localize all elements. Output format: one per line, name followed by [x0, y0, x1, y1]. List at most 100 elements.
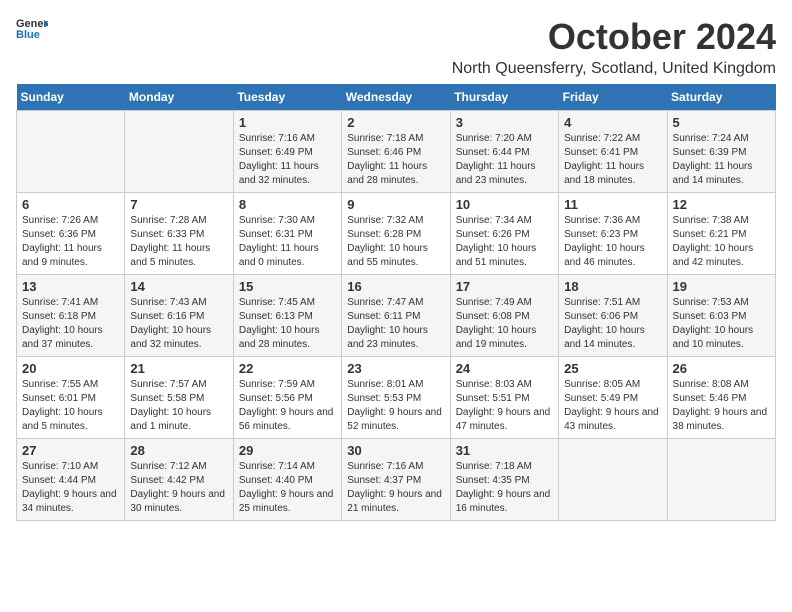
day-info: Sunrise: 7:16 AM Sunset: 4:37 PM Dayligh…	[347, 460, 444, 516]
calendar-day-18: 18Sunrise: 7:51 AM Sunset: 6:06 PM Dayli…	[559, 275, 667, 357]
day-info: Sunrise: 7:24 AM Sunset: 6:39 PM Dayligh…	[673, 132, 770, 188]
day-number: 4	[564, 115, 661, 130]
day-number: 17	[456, 279, 553, 294]
day-number: 20	[22, 361, 119, 376]
day-number: 31	[456, 443, 553, 458]
calendar-empty-cell	[125, 111, 233, 193]
calendar-day-8: 8 Sunrise: 7:30 AM Sunset: 6:31 PM Daylig…	[233, 193, 341, 275]
calendar-day-2: 2 Sunrise: 7:18 AM Sunset: 6:46 PM Daylig…	[342, 111, 450, 193]
calendar-day-24: 24Sunrise: 8:03 AM Sunset: 5:51 PM Dayli…	[450, 357, 558, 439]
day-info: Sunrise: 7:57 AM Sunset: 5:58 PM Dayligh…	[130, 378, 227, 434]
calendar-day-6: 6 Sunrise: 7:26 AM Sunset: 6:36 PM Daylig…	[17, 193, 125, 275]
day-info: Sunrise: 7:18 AM Sunset: 4:35 PM Dayligh…	[456, 460, 553, 516]
calendar-header-row: SundayMondayTuesdayWednesdayThursdayFrid…	[17, 84, 776, 111]
calendar-day-22: 22Sunrise: 7:59 AM Sunset: 5:56 PM Dayli…	[233, 357, 341, 439]
day-info: Sunrise: 7:18 AM Sunset: 6:46 PM Dayligh…	[347, 132, 444, 188]
day-info: Sunrise: 7:16 AM Sunset: 6:49 PM Dayligh…	[239, 132, 336, 188]
calendar-week-row: 13 Sunrise: 7:41 AM Sunset: 6:18 PM Dayli…	[17, 275, 776, 357]
day-number: 11	[564, 197, 661, 212]
day-info: Sunrise: 7:32 AM Sunset: 6:28 PM Dayligh…	[347, 214, 444, 270]
calendar-week-row: 6 Sunrise: 7:26 AM Sunset: 6:36 PM Daylig…	[17, 193, 776, 275]
day-number: 9	[347, 197, 444, 212]
day-number: 2	[347, 115, 444, 130]
calendar-empty-cell	[559, 439, 667, 521]
calendar-day-9: 9 Sunrise: 7:32 AM Sunset: 6:28 PM Daylig…	[342, 193, 450, 275]
day-info: Sunrise: 7:12 AM Sunset: 4:42 PM Dayligh…	[130, 460, 227, 516]
calendar-day-30: 30 Sunrise: 7:16 AM Sunset: 4:37 PM Dayli…	[342, 439, 450, 521]
calendar-day-10: 10 Sunrise: 7:34 AM Sunset: 6:26 PM Dayli…	[450, 193, 558, 275]
calendar-day-19: 19Sunrise: 7:53 AM Sunset: 6:03 PM Dayli…	[667, 275, 775, 357]
title-area: October 2024 North Queensferry, Scotland…	[452, 16, 776, 78]
calendar-day-15: 15Sunrise: 7:45 AM Sunset: 6:13 PM Dayli…	[233, 275, 341, 357]
day-info: Sunrise: 8:05 AM Sunset: 5:49 PM Dayligh…	[564, 378, 661, 434]
day-number: 21	[130, 361, 227, 376]
day-info: Sunrise: 7:26 AM Sunset: 6:36 PM Dayligh…	[22, 214, 119, 270]
calendar-week-row: 1 Sunrise: 7:16 AM Sunset: 6:49 PM Daylig…	[17, 111, 776, 193]
calendar-day-17: 17 Sunrise: 7:49 AM Sunset: 6:08 PM Dayli…	[450, 275, 558, 357]
day-info: Sunrise: 7:10 AM Sunset: 4:44 PM Dayligh…	[22, 460, 119, 516]
calendar-day-29: 29 Sunrise: 7:14 AM Sunset: 4:40 PM Dayli…	[233, 439, 341, 521]
calendar-day-1: 1 Sunrise: 7:16 AM Sunset: 6:49 PM Daylig…	[233, 111, 341, 193]
calendar-week-row: 20 Sunrise: 7:55 AM Sunset: 6:01 PM Dayli…	[17, 357, 776, 439]
day-number: 27	[22, 443, 119, 458]
day-info: Sunrise: 7:34 AM Sunset: 6:26 PM Dayligh…	[456, 214, 553, 270]
day-number: 13	[22, 279, 119, 294]
calendar-day-23: 23 Sunrise: 8:01 AM Sunset: 5:53 PM Dayli…	[342, 357, 450, 439]
day-info: Sunrise: 8:01 AM Sunset: 5:53 PM Dayligh…	[347, 378, 444, 434]
logo-svg: General Blue	[16, 16, 48, 44]
day-number: 7	[130, 197, 227, 212]
day-info: Sunrise: 8:08 AM Sunset: 5:46 PM Dayligh…	[673, 378, 770, 434]
header: General Blue October 2024 North Queensfe…	[16, 16, 776, 78]
calendar-day-13: 13 Sunrise: 7:41 AM Sunset: 6:18 PM Dayli…	[17, 275, 125, 357]
day-number: 25	[564, 361, 661, 376]
day-info: Sunrise: 7:55 AM Sunset: 6:01 PM Dayligh…	[22, 378, 119, 434]
day-info: Sunrise: 7:43 AM Sunset: 6:16 PM Dayligh…	[130, 296, 227, 352]
day-info: Sunrise: 7:51 AM Sunset: 6:06 PM Dayligh…	[564, 296, 661, 352]
calendar-week-row: 27 Sunrise: 7:10 AM Sunset: 4:44 PM Dayli…	[17, 439, 776, 521]
day-info: Sunrise: 7:59 AM Sunset: 5:56 PM Dayligh…	[239, 378, 336, 434]
day-number: 19	[673, 279, 770, 294]
day-number: 16	[347, 279, 444, 294]
calendar-day-31: 31 Sunrise: 7:18 AM Sunset: 4:35 PM Dayli…	[450, 439, 558, 521]
calendar-header-thursday: Thursday	[450, 84, 558, 111]
calendar-header-monday: Monday	[125, 84, 233, 111]
calendar-header-sunday: Sunday	[17, 84, 125, 111]
day-info: Sunrise: 7:47 AM Sunset: 6:11 PM Dayligh…	[347, 296, 444, 352]
day-number: 26	[673, 361, 770, 376]
logo: General Blue	[16, 16, 48, 44]
calendar-day-11: 11Sunrise: 7:36 AM Sunset: 6:23 PM Dayli…	[559, 193, 667, 275]
calendar-day-4: 4Sunrise: 7:22 AM Sunset: 6:41 PM Daylig…	[559, 111, 667, 193]
day-info: Sunrise: 7:38 AM Sunset: 6:21 PM Dayligh…	[673, 214, 770, 270]
day-number: 5	[673, 115, 770, 130]
day-number: 3	[456, 115, 553, 130]
day-info: Sunrise: 7:49 AM Sunset: 6:08 PM Dayligh…	[456, 296, 553, 352]
calendar-header-wednesday: Wednesday	[342, 84, 450, 111]
calendar-day-14: 14Sunrise: 7:43 AM Sunset: 6:16 PM Dayli…	[125, 275, 233, 357]
day-number: 24	[456, 361, 553, 376]
day-number: 28	[130, 443, 227, 458]
day-info: Sunrise: 7:20 AM Sunset: 6:44 PM Dayligh…	[456, 132, 553, 188]
calendar-day-26: 26 Sunrise: 8:08 AM Sunset: 5:46 PM Dayli…	[667, 357, 775, 439]
calendar-day-25: 25 Sunrise: 8:05 AM Sunset: 5:49 PM Dayli…	[559, 357, 667, 439]
month-title: October 2024	[452, 16, 776, 58]
day-number: 6	[22, 197, 119, 212]
calendar-empty-cell	[17, 111, 125, 193]
svg-text:Blue: Blue	[16, 29, 40, 41]
calendar-day-27: 27 Sunrise: 7:10 AM Sunset: 4:44 PM Dayli…	[17, 439, 125, 521]
calendar-table: SundayMondayTuesdayWednesdayThursdayFrid…	[16, 84, 776, 521]
day-info: Sunrise: 7:41 AM Sunset: 6:18 PM Dayligh…	[22, 296, 119, 352]
day-number: 10	[456, 197, 553, 212]
day-number: 8	[239, 197, 336, 212]
day-number: 23	[347, 361, 444, 376]
day-number: 30	[347, 443, 444, 458]
day-info: Sunrise: 7:14 AM Sunset: 4:40 PM Dayligh…	[239, 460, 336, 516]
calendar-day-12: 12Sunrise: 7:38 AM Sunset: 6:21 PM Dayli…	[667, 193, 775, 275]
day-number: 1	[239, 115, 336, 130]
calendar-day-21: 21 Sunrise: 7:57 AM Sunset: 5:58 PM Dayli…	[125, 357, 233, 439]
calendar-day-3: 3 Sunrise: 7:20 AM Sunset: 6:44 PM Daylig…	[450, 111, 558, 193]
day-number: 29	[239, 443, 336, 458]
calendar-day-7: 7 Sunrise: 7:28 AM Sunset: 6:33 PM Daylig…	[125, 193, 233, 275]
day-info: Sunrise: 7:28 AM Sunset: 6:33 PM Dayligh…	[130, 214, 227, 270]
day-info: Sunrise: 7:30 AM Sunset: 6:31 PM Dayligh…	[239, 214, 336, 270]
calendar-header-friday: Friday	[559, 84, 667, 111]
